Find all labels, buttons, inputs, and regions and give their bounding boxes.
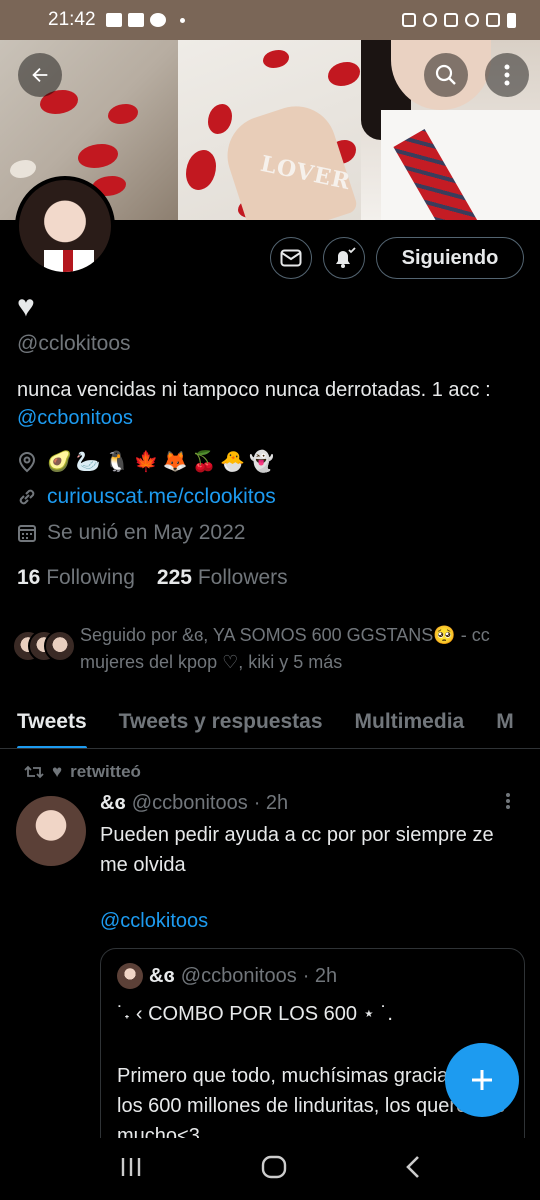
following-label: Following xyxy=(46,566,135,589)
more-vertical-icon xyxy=(506,793,510,809)
followers-label: Followers xyxy=(197,566,288,589)
alarm-icon xyxy=(423,13,437,27)
more-options-button[interactable] xyxy=(485,53,529,97)
search-button[interactable] xyxy=(424,53,468,97)
plus-icon xyxy=(472,1070,492,1090)
followed-by-row[interactable]: Seguido por &ɞ, YA SOMOS 600 GGSTANS🥺 - … xyxy=(12,622,525,676)
home-icon xyxy=(261,1155,287,1178)
home-button[interactable] xyxy=(261,1155,287,1184)
profile-bio: nunca vencidas ni tampoco nunca derrotad… xyxy=(17,376,527,432)
gallery-notification-icon xyxy=(105,13,122,27)
mail-icon xyxy=(280,249,302,267)
status-bar: 21:42 xyxy=(0,0,540,40)
tweet-time: · 2h xyxy=(253,792,289,814)
profile-tabs: Tweets Tweets y respuestas Multimedia M xyxy=(0,696,540,749)
youtube-notification-icon xyxy=(127,13,144,27)
follow-stats: 16 Following 225 Followers xyxy=(17,566,288,590)
more-notifications-icon xyxy=(179,17,185,23)
tab-likes[interactable]: M xyxy=(496,710,514,734)
retweet-icon xyxy=(24,765,44,779)
tweet-text: Pueden pedir ayuda a cc por por siempre … xyxy=(100,824,494,876)
tweet-author-handle[interactable]: @ccbonitoos xyxy=(132,792,248,815)
joined-date: Se unió en May 2022 xyxy=(47,521,246,544)
notifications-button[interactable] xyxy=(323,237,365,279)
website-link[interactable]: curiouscat.me/cclookitos xyxy=(47,485,276,509)
lock-icon xyxy=(402,13,416,27)
message-button[interactable] xyxy=(270,237,312,279)
quoted-title-line: ˙˖ ‹ COMBO POR LOS 600 ⋆ ˙. xyxy=(117,1003,393,1025)
tweet-author-avatar[interactable] xyxy=(16,796,86,866)
quoted-author-handle: @ccbonitoos xyxy=(180,964,297,987)
location-emojis: 🥑🦢🐧🍁🦊🍒🐣👻 xyxy=(47,451,279,473)
banner-photo-hand: LOVER xyxy=(178,40,361,220)
tweet-header: &ɞ @ccbonitoos · 2h xyxy=(100,792,288,815)
tab-tweets[interactable]: Tweets xyxy=(17,710,87,748)
bio-text: nunca vencidas ni tampoco nunca derrotad… xyxy=(17,379,491,401)
compose-tweet-button[interactable] xyxy=(445,1043,519,1117)
following-button[interactable]: Siguiendo xyxy=(376,237,524,279)
wifi-icon xyxy=(465,13,479,27)
profile-handle: @cclokitoos xyxy=(17,332,131,355)
quoted-author-avatar xyxy=(117,963,143,989)
tab-media[interactable]: Multimedia xyxy=(355,710,465,734)
location-row: 🥑🦢🐧🍁🦊🍒🐣👻 xyxy=(17,449,278,474)
tweet-author-name[interactable]: &ɞ xyxy=(100,792,126,815)
more-vertical-icon xyxy=(504,64,510,86)
arrow-left-icon xyxy=(32,67,48,83)
bio-mention-link[interactable]: @ccbonitoos xyxy=(17,407,133,429)
tab-tweets-and-replies[interactable]: Tweets y respuestas xyxy=(119,710,323,734)
quoted-author-name: &ɞ xyxy=(149,964,175,987)
back-button[interactable] xyxy=(18,53,62,97)
followers-stat[interactable]: 225 Followers xyxy=(157,566,288,590)
quoted-time: · 2h xyxy=(302,964,338,987)
bell-check-icon xyxy=(336,247,356,268)
search-icon xyxy=(435,64,456,85)
quoted-tweet-header: &ɞ @ccbonitoos · 2h xyxy=(117,963,337,989)
profile-avatar[interactable] xyxy=(15,176,115,276)
website-row: curiouscat.me/cclookitos xyxy=(17,485,276,509)
tweet-mention-link[interactable]: @cclokitoos xyxy=(100,910,208,933)
calendar-icon xyxy=(18,525,36,542)
app-notification-icon xyxy=(149,13,166,27)
followed-by-text: Seguido por &ɞ, YA SOMOS 600 GGSTANS🥺 - … xyxy=(80,625,490,672)
following-count: 16 xyxy=(17,566,41,589)
signal-icon xyxy=(486,13,500,27)
retweet-indicator: ♥ retwitteó xyxy=(24,762,141,782)
back-nav-button[interactable] xyxy=(405,1155,421,1184)
follower-avatar xyxy=(44,630,76,662)
battery-icon xyxy=(507,12,516,28)
recent-apps-button[interactable] xyxy=(119,1156,143,1183)
mute-icon xyxy=(444,13,458,27)
recent-apps-icon xyxy=(121,1157,141,1176)
chevron-left-icon xyxy=(406,1155,419,1178)
followers-count: 225 xyxy=(156,566,192,589)
retweet-label: retwitteó xyxy=(70,762,141,781)
link-icon xyxy=(19,489,35,505)
tweet-more-button[interactable] xyxy=(505,792,511,816)
status-time: 21:42 xyxy=(48,9,96,30)
joined-row: Se unió en May 2022 xyxy=(17,521,245,545)
system-nav-bar xyxy=(0,1138,540,1200)
display-name: ♥ xyxy=(17,290,35,323)
following-stat[interactable]: 16 Following xyxy=(17,566,135,590)
followed-by-avatars xyxy=(12,630,76,666)
location-pin-icon xyxy=(18,451,36,472)
heart-icon: ♥ xyxy=(52,762,63,781)
